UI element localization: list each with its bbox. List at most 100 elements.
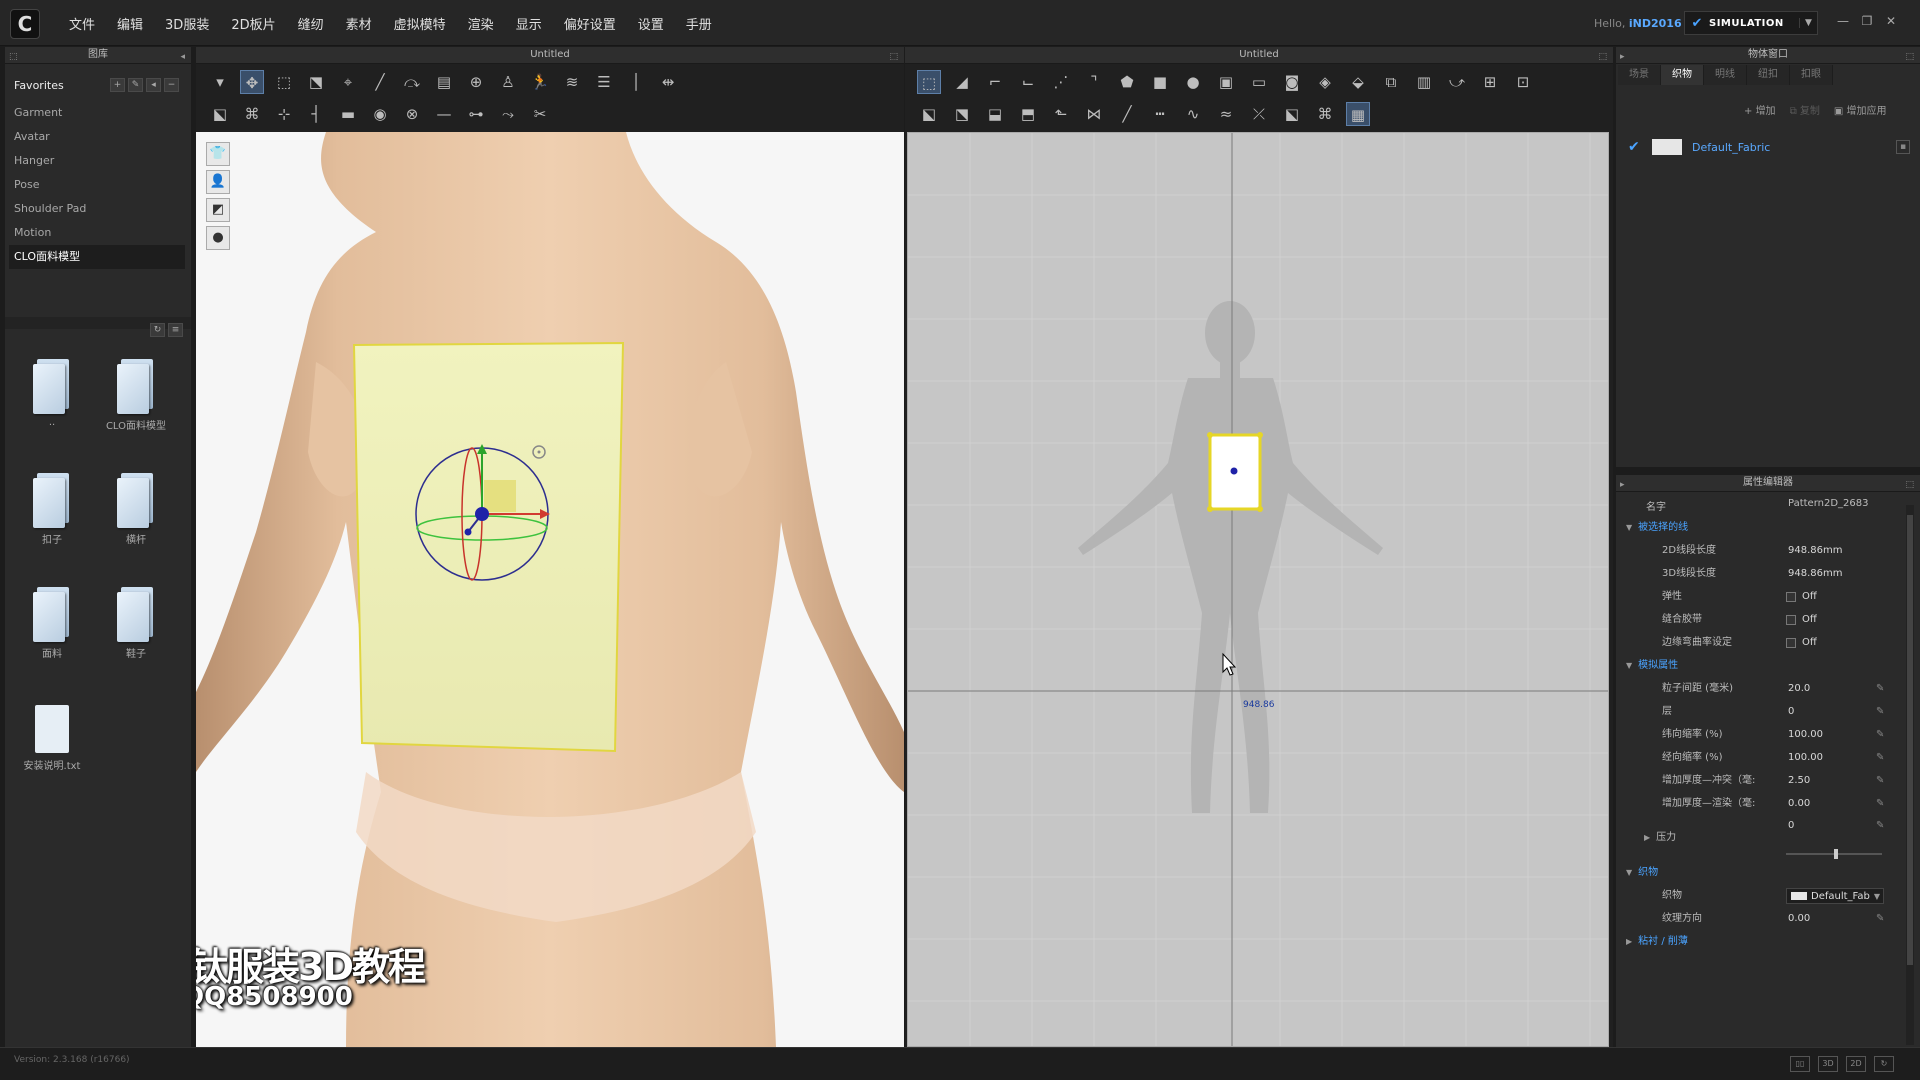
detach-icon[interactable]: ⬚ bbox=[9, 49, 18, 65]
texture-icon[interactable]: ▤ bbox=[432, 70, 456, 94]
select-mesh-icon[interactable]: ⬚ bbox=[272, 70, 296, 94]
tab-fabric[interactable]: 织物 bbox=[1661, 65, 1704, 85]
strip-icon[interactable]: ▬ bbox=[336, 102, 360, 126]
prop-value[interactable]: 948.86mm bbox=[1788, 563, 1842, 585]
favorites-label[interactable]: Favorites bbox=[14, 79, 64, 92]
prop-row-pressure[interactable]: ▶ 压力 bbox=[1644, 827, 1676, 849]
move-icon[interactable]: ✥ bbox=[240, 70, 264, 94]
line-icon[interactable]: — bbox=[432, 102, 456, 126]
fabric-list-item[interactable]: ✔ Default_Fabric ▪ bbox=[1628, 135, 1910, 159]
edit-icon[interactable]: ✎ bbox=[1876, 908, 1884, 930]
tack-icon[interactable]: ⤳ bbox=[496, 102, 520, 126]
layer-icon[interactable]: ≋ bbox=[560, 70, 584, 94]
trace-icon[interactable]: ⬙ bbox=[1346, 70, 1370, 94]
tree-item-hanger[interactable]: Hanger bbox=[5, 149, 191, 173]
prop-value[interactable]: 0.00 bbox=[1788, 793, 1810, 815]
file-item[interactable]: .. bbox=[10, 345, 94, 435]
username[interactable]: iND2016 bbox=[1629, 17, 1682, 30]
fabric-pattern-2d[interactable] bbox=[1207, 432, 1263, 512]
menu-3d-garment[interactable]: 3D服装 bbox=[156, 14, 218, 33]
texture-view-icon[interactable]: ◩ bbox=[206, 198, 230, 222]
pressure-slider[interactable] bbox=[1786, 849, 1882, 859]
tack-2d-icon[interactable]: ⋈ bbox=[1082, 102, 1106, 126]
elastic-checkbox[interactable] bbox=[1786, 592, 1796, 602]
transform-pattern-icon[interactable]: ⬚ bbox=[917, 70, 941, 94]
menu-preferences[interactable]: 偏好设置 bbox=[555, 14, 625, 33]
pin-icon[interactable]: ⌖ bbox=[336, 70, 360, 94]
menu-settings[interactable]: 设置 bbox=[629, 14, 673, 33]
tree-item-shoulder-pad[interactable]: Shoulder Pad bbox=[5, 197, 191, 221]
refresh-icon[interactable]: ↻ bbox=[1874, 1056, 1894, 1072]
internal-circle-icon[interactable]: ◙ bbox=[1280, 70, 1304, 94]
section-simulation[interactable]: ▼ 模拟属性 bbox=[1626, 655, 1678, 677]
menu-render[interactable]: 渲染 bbox=[459, 14, 503, 33]
fabric-select[interactable]: Default_Fab ▼ bbox=[1786, 888, 1884, 904]
tree-item-avatar[interactable]: Avatar bbox=[5, 125, 191, 149]
fusing-tape-checkbox[interactable] bbox=[1786, 615, 1796, 625]
list-view-icon[interactable]: ≡ bbox=[168, 323, 183, 337]
arrangement-icon[interactable]: ⊕ bbox=[464, 70, 488, 94]
edit-icon[interactable]: ✎ bbox=[1876, 701, 1884, 723]
back-icon[interactable]: ◂ bbox=[146, 78, 161, 92]
scissors-icon[interactable]: ✂ bbox=[528, 102, 552, 126]
rectangle-icon[interactable]: ■ bbox=[1148, 70, 1172, 94]
tab-button[interactable]: 纽扣 bbox=[1747, 65, 1790, 85]
file-item[interactable]: 横杆 bbox=[94, 459, 178, 549]
section-interlining[interactable]: ▶ 粘衬 / 削薄 bbox=[1626, 931, 1688, 953]
tab-topstitch[interactable]: 明线 bbox=[1704, 65, 1747, 85]
add-icon[interactable]: + bbox=[110, 78, 125, 92]
2d-only-icon[interactable]: 2D bbox=[1846, 1056, 1866, 1072]
polygon-icon[interactable]: ⬟ bbox=[1115, 70, 1139, 94]
detach-icon[interactable]: ⬚ bbox=[1905, 49, 1914, 65]
select-icon[interactable]: ▾ bbox=[208, 70, 232, 94]
add-point-icon[interactable]: ⋰ bbox=[1049, 70, 1073, 94]
2d-canvas[interactable]: 948.86 bbox=[907, 132, 1609, 1047]
edit-icon[interactable]: ✎ bbox=[1876, 747, 1884, 769]
puckering-icon[interactable]: ≈ bbox=[1214, 102, 1238, 126]
edge-curvature-checkbox[interactable] bbox=[1786, 638, 1796, 648]
pressure-slider-knob[interactable] bbox=[1834, 849, 1838, 859]
internal-polygon-icon[interactable]: ▣ bbox=[1214, 70, 1238, 94]
measure-icon[interactable]: │ bbox=[624, 70, 648, 94]
tree-item-pose[interactable]: Pose bbox=[5, 173, 191, 197]
ruler-icon[interactable]: ⌘ bbox=[1313, 102, 1337, 126]
collapse-icon[interactable]: ◂ bbox=[180, 49, 185, 65]
m-n-sewing-icon[interactable]: ⬓ bbox=[983, 102, 1007, 126]
tree-item-clo-fabric-model[interactable]: CLO面料模型 bbox=[9, 245, 185, 269]
expand-icon[interactable]: ▸ bbox=[1620, 477, 1625, 493]
prop-value[interactable]: 0 bbox=[1788, 815, 1794, 837]
menu-2d-pattern[interactable]: 2D板片 bbox=[222, 14, 284, 33]
segment-topstitch-icon[interactable]: ┅ bbox=[1148, 102, 1172, 126]
symmetry-icon[interactable]: ⧉ bbox=[1379, 70, 1403, 94]
menu-avatar[interactable]: 虚拟模特 bbox=[385, 14, 455, 33]
name-value[interactable]: Pattern2D_2683 bbox=[1788, 498, 1869, 509]
grading-icon[interactable]: ⊞ bbox=[1478, 70, 1502, 94]
refresh-icon[interactable]: ↻ bbox=[150, 323, 165, 337]
avatar-icon[interactable]: 🏃 bbox=[528, 70, 552, 94]
flip-icon[interactable]: ⇹ bbox=[656, 70, 680, 94]
topstitch-2d-icon[interactable]: ╱ bbox=[1115, 102, 1139, 126]
fabric-pattern-3d[interactable] bbox=[352, 341, 625, 753]
prop-value[interactable]: 948.86mm bbox=[1788, 540, 1842, 562]
prop-value[interactable]: 100.00 bbox=[1788, 724, 1823, 746]
tree-item-motion[interactable]: Motion bbox=[5, 221, 191, 245]
edit-icon[interactable]: ✎ bbox=[1876, 793, 1884, 815]
segment-icon[interactable]: ┤ bbox=[304, 102, 328, 126]
menu-edit[interactable]: 编辑 bbox=[108, 14, 152, 33]
clo-logo[interactable]: C bbox=[10, 9, 40, 39]
fabric-options-icon[interactable]: ▪ bbox=[1896, 140, 1910, 154]
file-item[interactable]: CLO面料模型 bbox=[94, 345, 178, 435]
tab-buttonhole[interactable]: 扣眼 bbox=[1790, 65, 1833, 85]
file-item[interactable]: 鞋子 bbox=[94, 573, 178, 663]
menu-materials[interactable]: 素材 bbox=[337, 14, 381, 33]
align-icon[interactable]: ⊹ bbox=[272, 102, 296, 126]
zipper-icon[interactable]: ⊶ bbox=[464, 102, 488, 126]
free-sewing-icon[interactable]: ⬔ bbox=[950, 102, 974, 126]
3d-canvas[interactable]: 👕 👤 ◩ ● 漫钛服装3D教程 QQ8508900 bbox=[196, 132, 904, 1047]
file-item[interactable]: 面料 bbox=[10, 573, 94, 663]
avatar-view-icon[interactable]: 👤 bbox=[206, 170, 230, 194]
garment-view-icon[interactable]: 👕 bbox=[206, 142, 230, 166]
curve-point-icon[interactable]: ⌝ bbox=[1082, 70, 1106, 94]
edit-pattern-icon[interactable]: ◢ bbox=[950, 70, 974, 94]
edit-icon[interactable]: ✎ bbox=[1876, 815, 1884, 837]
